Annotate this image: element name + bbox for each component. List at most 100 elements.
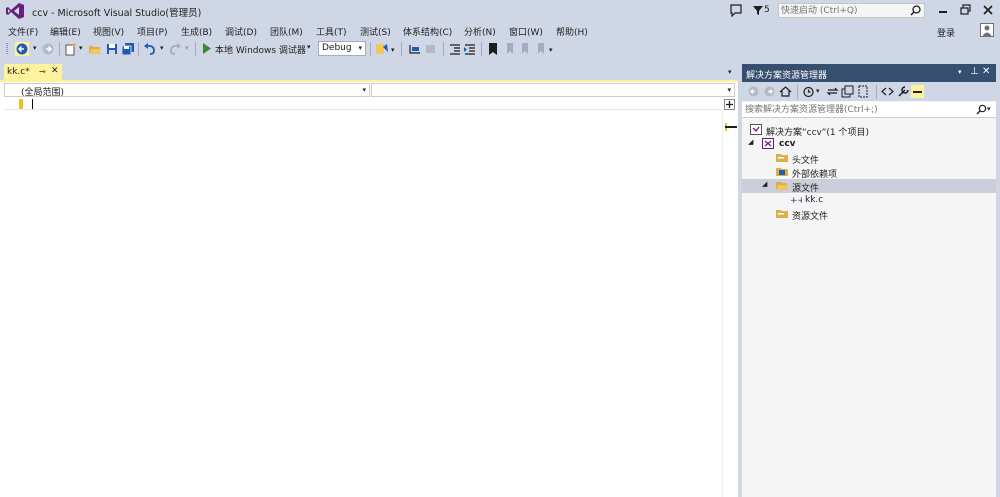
new-dropdown-icon[interactable]: ▾ [79, 44, 83, 52]
quick-launch-input[interactable] [781, 4, 909, 17]
close-tab-icon[interactable]: ✕ [51, 66, 59, 76]
tab-kk-c[interactable]: kk.c* ⊸ ✕ [4, 64, 62, 80]
tree-item-label: 资源文件 [792, 212, 829, 222]
text-caret [32, 99, 33, 109]
search-icon[interactable] [910, 5, 921, 16]
feedback-filter-icon[interactable] [752, 3, 764, 17]
open-file-icon[interactable] [88, 42, 102, 56]
bookmark-icon[interactable] [486, 42, 500, 56]
solution-search-box[interactable]: ▾ [742, 102, 996, 118]
collapse-all-icon[interactable] [841, 85, 854, 98]
configuration-value: Debug [322, 43, 352, 53]
member-dropdown[interactable]: ▾ [371, 83, 735, 97]
account-icon[interactable] [980, 23, 994, 37]
separator [443, 42, 444, 56]
toolbar-options-icon[interactable]: ▾ [549, 46, 553, 54]
next-bookmark-icon[interactable] [517, 42, 531, 56]
forward-icon[interactable] [763, 85, 776, 98]
sign-in-link[interactable]: 登录 [937, 26, 955, 39]
pin-tab-icon[interactable]: ⊸ [39, 67, 46, 76]
separator [876, 85, 877, 99]
menu-item[interactable]: 窗口(W) [509, 25, 543, 38]
menu-item[interactable]: 编辑(E) [50, 25, 81, 38]
back-dropdown-icon[interactable]: ▾ [33, 44, 37, 52]
menu-item[interactable]: 生成(B) [181, 25, 212, 38]
preview-selected-items-icon[interactable] [911, 85, 924, 98]
solution-search-input[interactable] [745, 103, 970, 116]
run-dropdown-icon[interactable]: ▾ [307, 43, 311, 51]
comment-icon[interactable] [408, 42, 422, 56]
overflow-dropdown-icon[interactable]: ▾ [391, 46, 395, 54]
tree-item-label: kk.c [805, 195, 824, 205]
menu-item[interactable]: 帮助(H) [556, 25, 588, 38]
menu-item[interactable]: 测试(S) [360, 25, 391, 38]
chevron-down-icon: ▾ [727, 86, 731, 94]
tab-overflow-icon[interactable]: ▾ [728, 68, 732, 76]
tree-item-project[interactable]: ◢ ccv [742, 137, 996, 151]
expanded-arrow-icon[interactable]: ◢ [762, 180, 767, 188]
tree-item-resources[interactable]: 资源文件 [742, 207, 996, 222]
scope-dropdown[interactable]: (全局范围) ▾ [4, 83, 370, 98]
auto-hide-pin-icon[interactable]: ⊥ [970, 66, 979, 77]
forward-icon[interactable] [41, 42, 55, 56]
clear-bookmarks-icon[interactable] [533, 42, 547, 56]
restore-button[interactable] [955, 3, 977, 17]
minimize-button[interactable] [932, 3, 954, 17]
save-all-icon[interactable] [121, 42, 135, 56]
notification-icon[interactable] [729, 3, 743, 17]
close-panel-icon[interactable]: ✕ [982, 66, 990, 77]
menu-item[interactable]: 项目(P) [137, 25, 167, 38]
tree-item-source-file[interactable]: ++ kk.c [742, 193, 996, 207]
split-window-icon[interactable] [724, 99, 735, 110]
tab-label: kk.c* [7, 67, 30, 77]
increase-indent-icon[interactable] [463, 42, 477, 56]
search-options-icon[interactable]: ▾ [987, 105, 991, 113]
tree-item-external[interactable]: 外部依赖项 [742, 165, 996, 180]
code-editor[interactable]: (全局范围) ▾ ▾ [0, 82, 738, 497]
menu-item[interactable]: 视图(V) [93, 25, 124, 38]
tree-item-headers[interactable]: 头文件 [742, 151, 996, 166]
expanded-arrow-icon[interactable]: ◢ [748, 138, 753, 146]
solution-configuration-select[interactable]: Debug ▾ [318, 41, 366, 56]
view-code-icon[interactable] [881, 85, 894, 98]
tree-item-sources[interactable]: ◢ 源文件 [742, 179, 996, 194]
save-icon[interactable] [105, 42, 119, 56]
tree-item-solution[interactable]: 解决方案“ccv”(1 个项目) [742, 123, 996, 138]
current-line-highlight [4, 109, 720, 110]
new-project-icon[interactable] [64, 42, 78, 56]
decrease-indent-icon[interactable] [448, 42, 462, 56]
chevron-down-icon: ▾ [358, 44, 362, 52]
menu-item[interactable]: 文件(F) [8, 25, 38, 38]
redo-dropdown-icon[interactable]: ▾ [185, 44, 189, 52]
uncomment-icon[interactable] [424, 42, 438, 56]
chevron-down-icon: ▾ [362, 86, 366, 94]
pending-changes-icon[interactable] [802, 85, 815, 98]
menu-item[interactable]: 团队(M) [270, 25, 303, 38]
menu-item[interactable]: 工具(T) [316, 25, 347, 38]
show-all-files-icon[interactable] [857, 85, 870, 98]
search-icon[interactable] [976, 104, 987, 115]
separator [401, 42, 402, 56]
undo-icon[interactable] [143, 42, 157, 56]
sync-icon[interactable] [826, 85, 839, 98]
visual-studio-logo [6, 3, 24, 19]
find-in-files-icon[interactable] [375, 42, 389, 56]
window-position-icon[interactable]: ▾ [958, 68, 962, 76]
menu-item[interactable]: 体系结构(C) [403, 25, 452, 38]
redo-icon[interactable] [168, 42, 182, 56]
vertical-scrollbar[interactable] [722, 111, 736, 497]
quick-launch-box[interactable] [778, 3, 925, 18]
back-icon[interactable] [15, 42, 29, 56]
c-source-file-icon: ++ [790, 196, 802, 205]
undo-dropdown-icon[interactable]: ▾ [160, 44, 164, 52]
filter-dropdown-icon[interactable]: ▾ [816, 87, 820, 95]
separator [138, 42, 139, 56]
close-button[interactable] [977, 3, 999, 17]
menu-bar: 文件(F) 编辑(E) 视图(V) 项目(P) 生成(B) 调试(D) 团队(M) 工具(T)… [0, 22, 1000, 39]
menu-item[interactable]: 调试(D) [225, 25, 257, 38]
menu-item[interactable]: 分析(N) [464, 25, 496, 38]
back-icon[interactable] [747, 85, 760, 98]
prev-bookmark-icon[interactable] [502, 42, 516, 56]
properties-icon[interactable] [897, 85, 910, 98]
home-icon[interactable] [779, 85, 792, 98]
